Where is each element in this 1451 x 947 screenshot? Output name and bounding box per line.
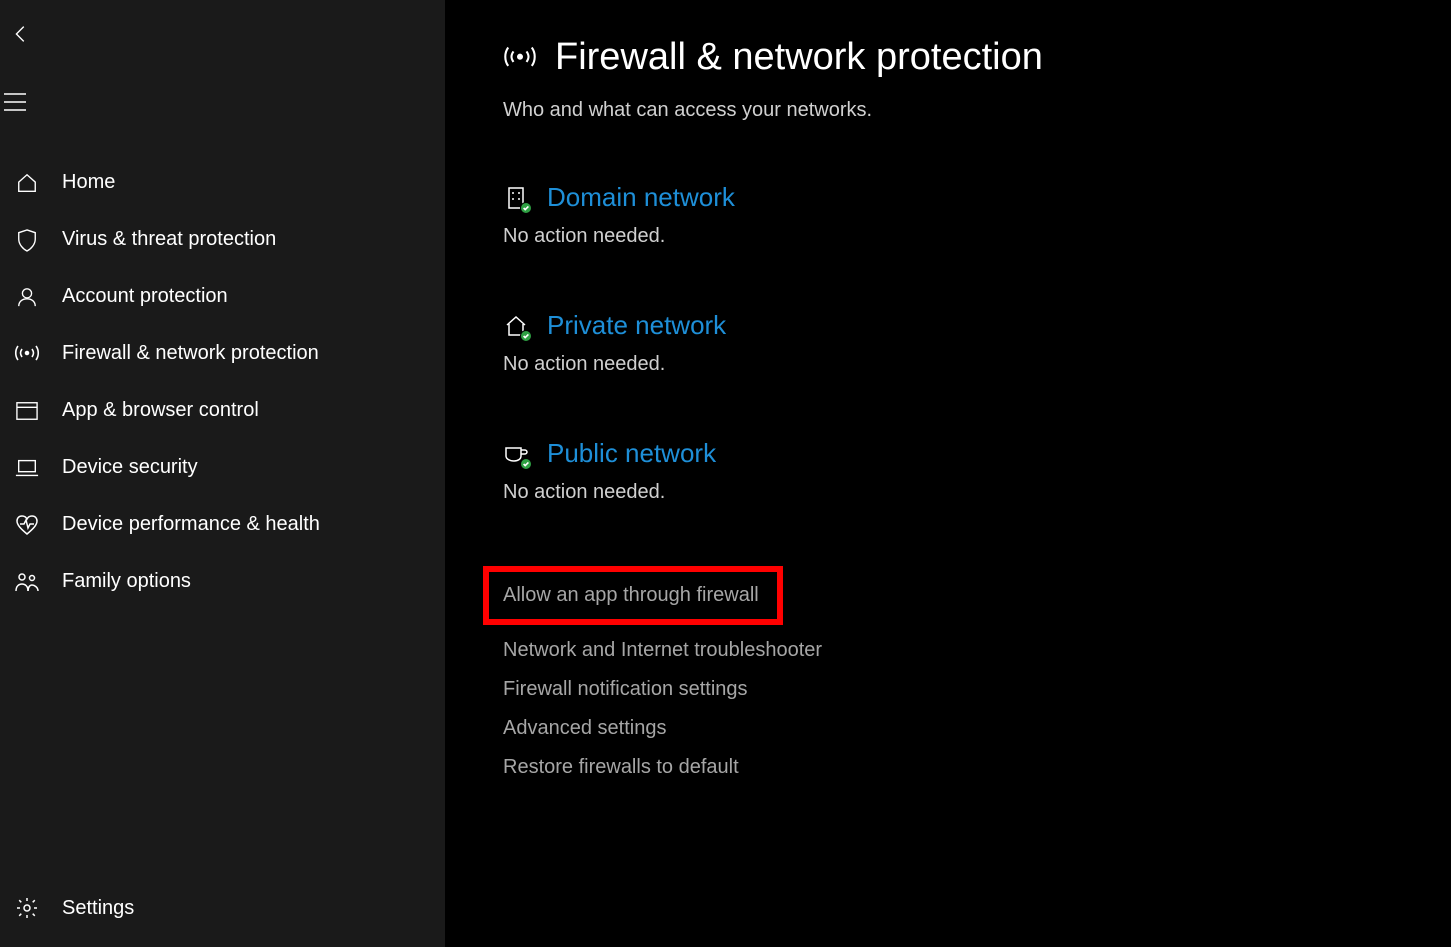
- sidebar-item-label: Firewall & network protection: [62, 342, 319, 365]
- allow-app-link[interactable]: Allow an app through firewall: [503, 584, 759, 606]
- network-status: No action needed.: [503, 353, 1451, 376]
- family-icon: [14, 569, 40, 595]
- building-icon: [503, 185, 529, 211]
- settings-label: Settings: [62, 897, 134, 920]
- sidebar-item-device-security[interactable]: Device security: [0, 439, 445, 496]
- sidebar-item-label: App & browser control: [62, 399, 259, 422]
- person-icon: [14, 284, 40, 310]
- sidebar-item-label: Device security: [62, 456, 198, 479]
- page-subtitle: Who and what can access your networks.: [503, 99, 1451, 122]
- troubleshooter-link[interactable]: Network and Internet troubleshooter: [503, 631, 822, 670]
- sidebar-item-virus[interactable]: Virus & threat protection: [0, 211, 445, 268]
- network-head: Domain network: [503, 182, 1451, 213]
- hamburger-icon: [2, 89, 28, 115]
- coffee-icon: [503, 441, 529, 467]
- sidebar-item-family[interactable]: Family options: [0, 553, 445, 610]
- nav-list: Home Virus & threat protection Account p…: [0, 154, 445, 610]
- network-head: Public network: [503, 438, 1451, 469]
- check-badge-icon: [520, 202, 532, 214]
- sidebar-item-label: Home: [62, 171, 115, 194]
- private-network-link[interactable]: Private network: [547, 310, 726, 341]
- back-arrow-icon: [8, 21, 34, 47]
- network-head: Private network: [503, 310, 1451, 341]
- heart-icon: [14, 512, 40, 538]
- page-title: Firewall & network protection: [555, 36, 1043, 79]
- sidebar-item-account[interactable]: Account protection: [0, 268, 445, 325]
- action-links: Allow an app through firewall Network an…: [503, 566, 1451, 787]
- check-badge-icon: [520, 458, 532, 470]
- network-status: No action needed.: [503, 481, 1451, 504]
- sidebar-item-label: Virus & threat protection: [62, 228, 276, 251]
- sidebar-item-label: Family options: [62, 570, 191, 593]
- domain-network-link[interactable]: Domain network: [547, 182, 735, 213]
- menu-button[interactable]: [2, 78, 50, 126]
- network-domain: Domain network No action needed.: [503, 182, 1451, 248]
- sidebar-item-firewall[interactable]: Firewall & network protection: [0, 325, 445, 382]
- sidebar-item-settings[interactable]: Settings: [0, 883, 445, 933]
- back-button[interactable]: [8, 10, 56, 58]
- sidebar-bottom: Settings: [0, 883, 445, 933]
- sidebar-item-app-browser[interactable]: App & browser control: [0, 382, 445, 439]
- page-header: Firewall & network protection: [503, 36, 1451, 79]
- restore-defaults-link[interactable]: Restore firewalls to default: [503, 748, 739, 787]
- sidebar-item-label: Account protection: [62, 285, 228, 308]
- network-status: No action needed.: [503, 225, 1451, 248]
- gear-icon: [14, 895, 40, 921]
- network-private: Private network No action needed.: [503, 310, 1451, 376]
- house-icon: [503, 313, 529, 339]
- shield-icon: [14, 227, 40, 253]
- network-public: Public network No action needed.: [503, 438, 1451, 504]
- notification-settings-link[interactable]: Firewall notification settings: [503, 670, 748, 709]
- app-root: Home Virus & threat protection Account p…: [0, 0, 1451, 947]
- advanced-settings-link[interactable]: Advanced settings: [503, 709, 666, 748]
- sidebar-item-performance[interactable]: Device performance & health: [0, 496, 445, 553]
- home-icon: [14, 170, 40, 196]
- highlight-allow-app: Allow an app through firewall: [483, 566, 783, 625]
- sidebar-item-home[interactable]: Home: [0, 154, 445, 211]
- public-network-link[interactable]: Public network: [547, 438, 716, 469]
- sidebar: Home Virus & threat protection Account p…: [0, 0, 445, 947]
- check-badge-icon: [520, 330, 532, 342]
- sidebar-item-label: Device performance & health: [62, 513, 320, 536]
- laptop-icon: [14, 455, 40, 481]
- main-content: Firewall & network protection Who and wh…: [445, 0, 1451, 947]
- window-icon: [14, 398, 40, 424]
- antenna-icon: [14, 341, 40, 367]
- antenna-icon: [503, 41, 537, 75]
